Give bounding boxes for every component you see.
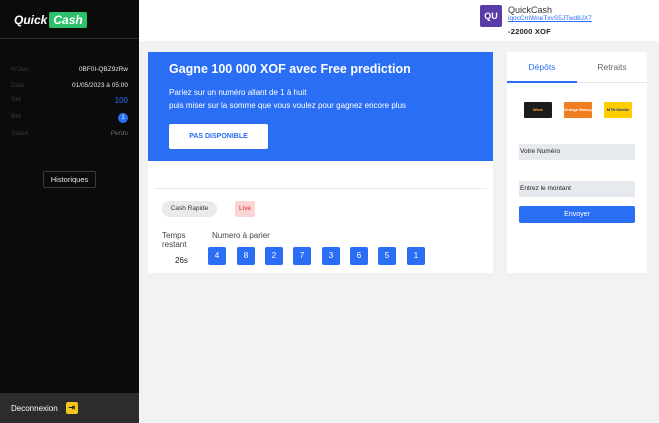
game-number-row: N°Jeu 0BF0I-QBZ9zRw <box>11 66 128 73</box>
tab-retraits[interactable]: Retraits <box>577 52 647 83</box>
wave-payment-logo[interactable]: Wave <box>524 102 552 118</box>
card-divider <box>154 188 487 189</box>
status-value: Perdu <box>110 130 128 137</box>
orange-money-logo[interactable]: Orange Money <box>564 102 592 118</box>
promo-banner: Gagne 100 000 XOF avec Free prediction P… <box>148 52 493 161</box>
logo-quick: Quick <box>14 13 48 27</box>
user-id-link[interactable]: iqocCmWneTxvS5JTwd8JX7 <box>508 15 592 22</box>
bet-row: Bet 1 <box>11 113 128 123</box>
bet-value-badge: 1 <box>118 113 128 123</box>
number-button[interactable]: 3 <box>322 247 340 265</box>
logout-icon: ⇥ <box>65 402 78 414</box>
tab-depots[interactable]: Dépôts <box>507 52 577 83</box>
sidebar: Quick Cash N°Jeu 0BF0I-QBZ9zRw Date 01/0… <box>0 0 139 423</box>
number-button[interactable]: 1 <box>407 247 425 265</box>
user-balance: -22000 XOF <box>508 27 551 36</box>
set-label: Set <box>11 96 21 103</box>
top-header: QU QuickCash iqocCmWneTxvS5JTwd8JX7 -220… <box>139 0 659 41</box>
time-remaining-value: 26s <box>175 256 188 265</box>
status-row: Statut Perdu <box>11 130 128 137</box>
amount-field[interactable]: Entrez le montant <box>519 181 635 197</box>
number-button[interactable]: 2 <box>265 247 283 265</box>
banner-title: Gagne 100 000 XOF avec Free prediction <box>169 62 411 76</box>
mtn-money-logo[interactable]: MTN Mobile Money <box>604 102 632 118</box>
app-logo[interactable]: Quick Cash <box>14 12 87 28</box>
number-button[interactable]: 8 <box>237 247 255 265</box>
bet-label: Bet <box>11 113 21 120</box>
number-button[interactable]: 6 <box>350 247 368 265</box>
time-remaining-label-1: Temps <box>162 231 186 240</box>
phone-number-field[interactable]: Votre Numéro <box>519 144 635 160</box>
logout-button[interactable]: Deconnexion ⇥ <box>0 393 139 423</box>
game-number-label: N°Jeu <box>11 66 29 73</box>
number-button[interactable]: 4 <box>208 247 226 265</box>
time-remaining-label-2: restant <box>162 240 187 249</box>
banner-text-1: Pariez sur un numéro allant de 1 à huit <box>169 88 307 97</box>
number-button[interactable]: 5 <box>378 247 396 265</box>
game-card: Gagne 100 000 XOF avec Free prediction P… <box>148 52 493 273</box>
cash-rapide-chip[interactable]: Cash Rapide <box>162 201 217 217</box>
set-value: 100 <box>114 96 128 105</box>
logo-cash: Cash <box>49 12 87 28</box>
set-row: Set 100 <box>11 96 128 105</box>
date-row: Date 01/05/2023 à 05:00 <box>11 82 128 89</box>
payment-card: Dépôts Retraits Wave Orange Money MTN Mo… <box>507 52 647 273</box>
historiques-button[interactable]: Historiques <box>43 171 96 188</box>
live-badge: Live <box>235 201 255 217</box>
bet-number-label: Numero à parier <box>212 231 270 240</box>
send-button[interactable]: Envoyer <box>519 206 635 223</box>
date-value: 01/05/2023 à 05:00 <box>71 82 128 89</box>
sidebar-divider <box>0 38 139 39</box>
not-available-button[interactable]: PAS DISPONIBLE <box>169 124 268 149</box>
username: QuickCash <box>508 5 553 15</box>
number-button[interactable]: 7 <box>293 247 311 265</box>
avatar[interactable]: QU <box>480 5 502 27</box>
date-label: Date <box>11 82 25 89</box>
game-number-value: 0BF0I-QBZ9zRw <box>78 66 128 73</box>
banner-text-2: puis miser sur la somme que vous voulez … <box>169 101 407 110</box>
status-label: Statut <box>11 130 28 137</box>
logout-label: Deconnexion <box>11 403 58 413</box>
